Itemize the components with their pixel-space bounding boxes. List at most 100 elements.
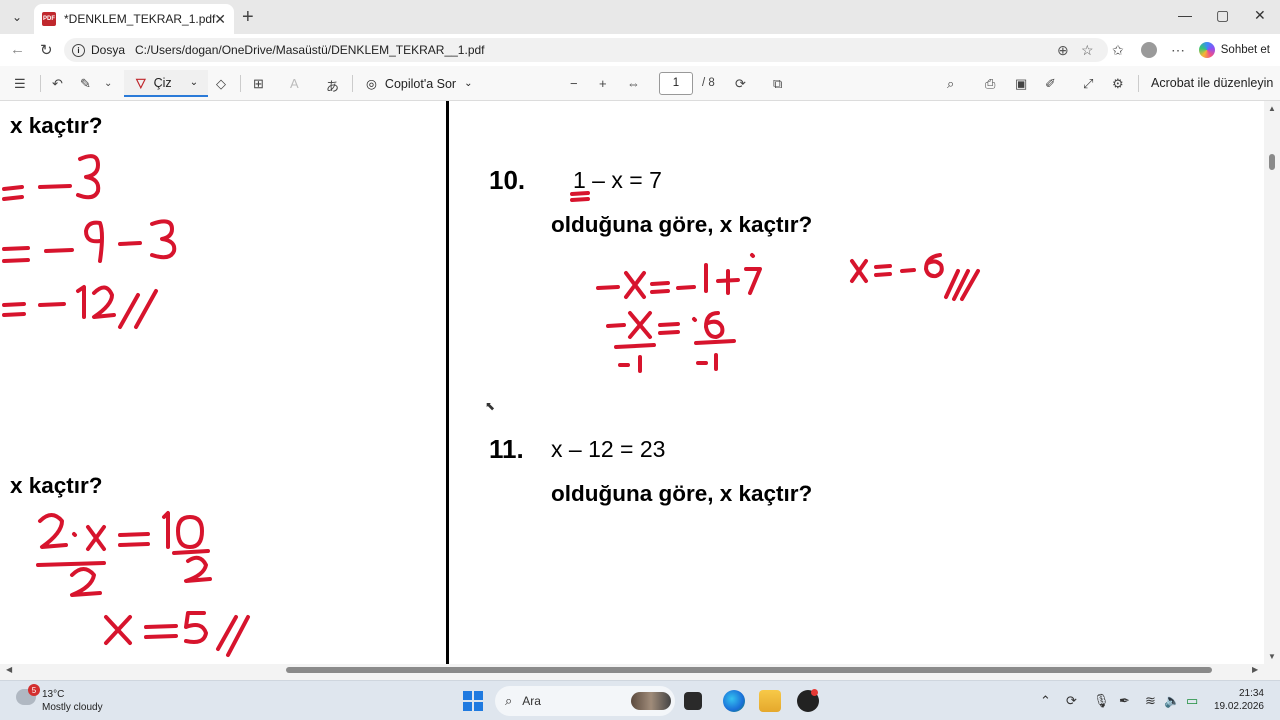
tab-actions-menu-icon[interactable]: ⌄	[6, 6, 28, 28]
address-bar-row: ← ↻ i Dosya C:/Users/dogan/OneDrive/Masa…	[0, 34, 1280, 66]
print-icon[interactable]: ⎙	[985, 76, 995, 92]
taskbar-search-label: Ara	[522, 694, 541, 708]
pdf-document-view[interactable]: x kaçtır? x kaçtır? 10. 1 – x = 7 olduğu…	[0, 101, 1264, 664]
task-view-icon[interactable]	[684, 692, 702, 710]
toolbar-divider	[1138, 75, 1139, 92]
rotate-icon[interactable]: ⟳	[735, 76, 746, 92]
fullscreen-icon[interactable]: ⤢	[1083, 76, 1093, 92]
battery-icon[interactable]: ▭	[1186, 693, 1198, 709]
acrobat-edit-button[interactable]: Acrobat ile düzenleyin	[1151, 76, 1273, 90]
search-highlight-image	[631, 692, 671, 710]
copilot-ask-icon: ◎	[366, 77, 377, 91]
edge-browser-icon[interactable]	[723, 690, 745, 712]
more-options-icon[interactable]: ⋯	[1171, 42, 1185, 59]
start-logo-tile	[474, 702, 483, 711]
scroll-right-arrow-icon[interactable]: ▶	[1252, 665, 1258, 674]
maximize-button[interactable]: ▢	[1216, 7, 1229, 24]
sync-icon[interactable]: ⟳	[1066, 693, 1077, 709]
weather-badge: 5	[28, 684, 40, 696]
read-aloud-icon: A	[290, 76, 299, 91]
copilot-ask-button[interactable]: ◎ Copilot'a Sor ⌄	[366, 76, 473, 92]
back-arrow-icon[interactable]: ←	[10, 41, 25, 58]
draw-button[interactable]: ▽ Çiz ⌄	[124, 70, 208, 97]
text-box-icon[interactable]: ⊞	[253, 76, 264, 92]
draw-label: Çiz	[153, 75, 172, 90]
save-as-icon[interactable]: ✐	[1045, 76, 1056, 92]
tab-strip: ⌄ PDF *DENKLEM_TEKRAR_1.pdf ✕ + — ▢ ✕	[0, 0, 1280, 34]
close-window-button[interactable]: ✕	[1254, 7, 1266, 24]
copilot-ask-dropdown-icon[interactable]: ⌄	[464, 78, 472, 89]
search-icon[interactable]: ⌕	[947, 76, 954, 92]
contents-list-icon[interactable]: ☰	[14, 76, 26, 92]
weather-text: 13°C Mostly cloudy	[42, 688, 103, 714]
clock-time: 21:34	[1238, 688, 1264, 699]
toolbar-divider	[240, 75, 241, 92]
search-icon: ⌕	[505, 693, 513, 708]
address-scheme-label: Dosya	[91, 43, 126, 57]
save-icon[interactable]: ▣	[1015, 76, 1027, 92]
weather-description: Mostly cloudy	[42, 702, 103, 713]
weather-temperature: 13°C	[42, 689, 65, 700]
horizontal-scrollbar[interactable]: ◀ ▶	[0, 664, 1264, 676]
screen: ⌄ PDF *DENKLEM_TEKRAR_1.pdf ✕ + — ▢ ✕ ← …	[0, 0, 1280, 720]
draw-dropdown-icon[interactable]: ⌄	[190, 77, 198, 88]
draw-pen-icon: ▽	[136, 76, 146, 90]
start-logo-tile	[474, 691, 483, 700]
minimize-button[interactable]: —	[1178, 7, 1192, 23]
mouse-cursor-icon: ⬉	[485, 399, 496, 413]
settings-gear-icon[interactable]: ⚙	[1112, 76, 1124, 92]
start-button[interactable]	[463, 691, 483, 711]
show-hidden-icons-chevron-icon[interactable]: ⌃	[1040, 693, 1051, 709]
toolbar-divider	[352, 75, 353, 92]
favorite-star-icon[interactable]: ☆	[1081, 42, 1094, 59]
zoom-in-icon[interactable]: +	[599, 76, 607, 91]
browser-tab[interactable]: PDF *DENKLEM_TEKRAR_1.pdf ✕	[34, 4, 234, 34]
highlight-dropdown-icon[interactable]: ⌄	[104, 78, 112, 89]
pen-icon[interactable]: ✒	[1119, 693, 1130, 709]
handwritten-ink-annotations	[2, 154, 980, 657]
volume-icon[interactable]: 🔈	[1164, 693, 1180, 709]
pdf-toolbar: ☰ ↶ ✎ ⌄ ▽ Çiz ⌄ ◇ ⊞ A あ ◎ Copilot'a Sor …	[0, 66, 1280, 101]
vertical-scrollbar[interactable]: ▲ ▼	[1264, 101, 1280, 664]
info-icon[interactable]: i	[72, 43, 85, 57]
fit-page-icon[interactable]: ⇔	[627, 76, 640, 91]
tab-close-icon[interactable]: ✕	[214, 11, 226, 28]
address-bar[interactable]: i Dosya C:/Users/dogan/OneDrive/Masaüstü…	[64, 38, 1108, 62]
zoom-out-icon[interactable]: −	[570, 76, 578, 91]
favorites-list-icon[interactable]: ✩	[1112, 42, 1124, 59]
highlight-icon[interactable]: ✎	[80, 76, 91, 92]
page-view-icon[interactable]: ⧉	[773, 76, 782, 92]
new-tab-button[interactable]: +	[242, 6, 254, 29]
file-explorer-icon[interactable]	[759, 690, 781, 712]
recording-indicator-icon	[811, 689, 818, 696]
refresh-icon[interactable]: ↻	[40, 41, 53, 59]
toolbar-divider	[40, 75, 41, 92]
page-number-input[interactable]: 1	[659, 72, 693, 95]
copilot-icon	[1198, 42, 1215, 58]
copilot-chat-label: Sohbet et	[1220, 44, 1270, 56]
page-total: / 8	[702, 77, 715, 89]
address-url[interactable]: C:/Users/dogan/OneDrive/Masaüstü/DENKLEM…	[135, 43, 484, 57]
wifi-icon[interactable]: ≋	[1145, 693, 1156, 709]
translate-icon[interactable]: あ	[326, 76, 339, 95]
copilot-chat-button[interactable]: Sohbet et	[1198, 39, 1270, 61]
horizontal-scroll-thumb[interactable]	[286, 667, 1212, 673]
microphone-icon[interactable]: 🎙	[1093, 693, 1110, 709]
start-logo-tile	[463, 691, 472, 700]
profile-avatar[interactable]	[1141, 42, 1157, 58]
scroll-down-arrow-icon[interactable]: ▼	[1268, 652, 1276, 661]
start-logo-tile	[463, 702, 472, 711]
undo-icon[interactable]: ↶	[52, 76, 63, 92]
taskbar-search-box[interactable]: ⌕ Ara	[495, 686, 675, 716]
tab-title: *DENKLEM_TEKRAR_1.pdf	[64, 12, 216, 26]
zoom-icon[interactable]: ⊕	[1057, 42, 1069, 59]
system-clock[interactable]: 21:34 19.02.2026	[1214, 687, 1264, 713]
vertical-scroll-thumb[interactable]	[1269, 154, 1275, 170]
scroll-up-arrow-icon[interactable]: ▲	[1268, 104, 1276, 113]
scroll-left-arrow-icon[interactable]: ◀	[6, 665, 12, 674]
pdf-icon: PDF	[42, 12, 56, 26]
clock-date: 19.02.2026	[1213, 701, 1264, 712]
eraser-icon[interactable]: ◇	[216, 76, 226, 92]
windows-taskbar: 5 13°C Mostly cloudy ⌕ Ara ⌃ ⟳ 🎙 ✒ ≋ 🔈 ▭…	[0, 680, 1280, 720]
copilot-ask-label: Copilot'a Sor	[384, 76, 457, 91]
